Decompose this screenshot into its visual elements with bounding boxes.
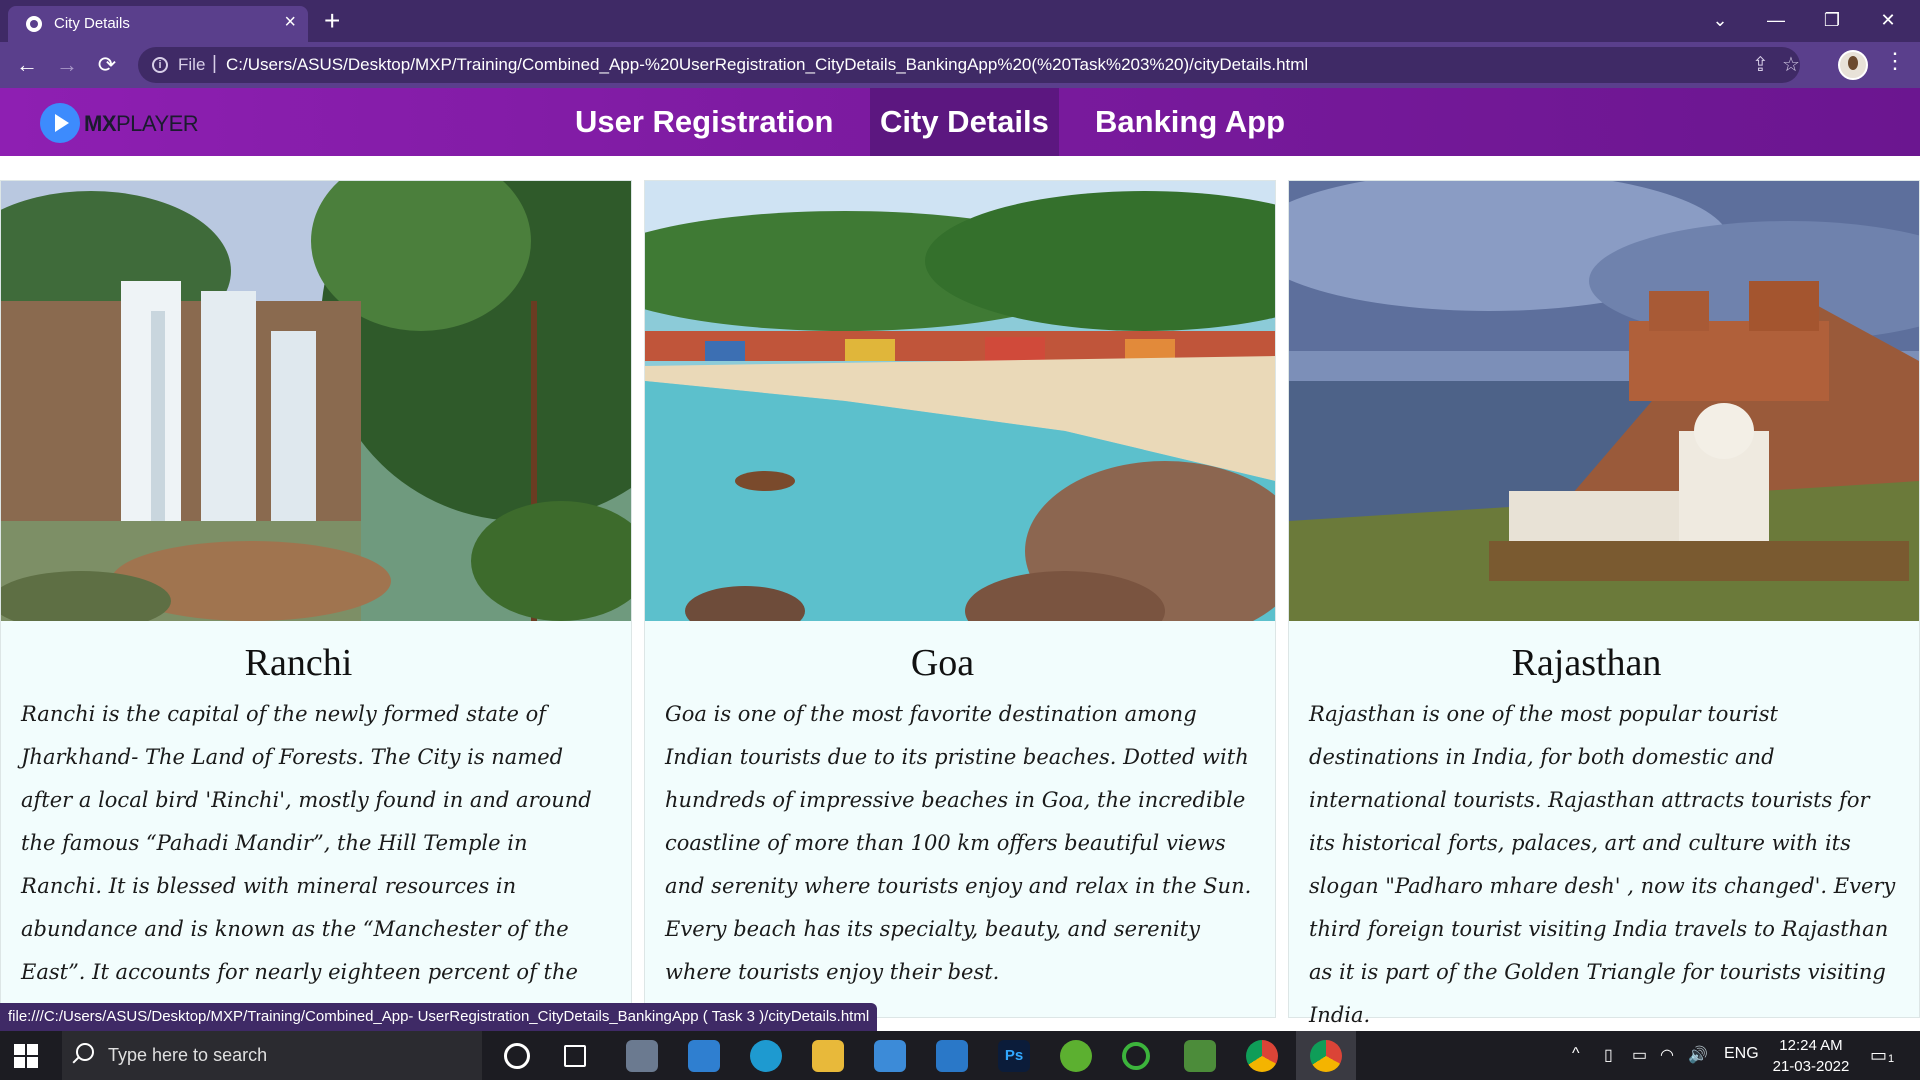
tab-search-icon[interactable]: ⌄ [1700,4,1740,36]
city-card-goa: Goa Goa is one of the most favorite dest… [644,180,1276,1018]
browser-menu-icon[interactable]: ⋮ [1884,48,1906,74]
new-tab-button[interactable]: + [324,6,340,36]
device-icon[interactable]: ▯ [1604,1045,1613,1065]
minimize-button[interactable]: — [1756,4,1796,36]
play-icon [40,103,80,143]
profile-avatar[interactable] [1838,50,1868,80]
beach-image [645,181,1275,621]
battery-icon[interactable]: ▭ [1632,1045,1647,1065]
taskbar-search-box[interactable]: Type here to search [62,1031,482,1080]
clock-date: 21-03-2022 [1772,1058,1850,1075]
fort-illustration [1289,181,1919,621]
nav-banking-app[interactable]: Banking App [1085,88,1295,156]
logo-text-bold: MX [84,111,117,136]
chrome-active-icon[interactable] [1310,1040,1342,1072]
close-window-button[interactable]: ✕ [1868,4,1908,36]
city-name: Goa [910,642,975,684]
store-icon[interactable] [874,1040,906,1072]
city-description: Goa is one of the most favorite destinat… [665,702,1252,984]
url-scheme: File [178,55,206,74]
chrome-icon[interactable] [1246,1040,1278,1072]
nav-city-details[interactable]: City Details [870,88,1059,156]
browser-tab-strip: City Details × + ⌄ — ❐ ✕ [0,0,1920,42]
url-separator: | [212,53,217,74]
waterfall-image [1,181,631,621]
camera-icon[interactable] [626,1040,658,1072]
app-ring-icon[interactable] [1122,1042,1150,1070]
share-icon[interactable]: ⇪ [1752,52,1769,77]
cortana-icon[interactable] [504,1043,530,1069]
city-description: Rajasthan is one of the most popular tou… [1309,702,1896,1027]
nav-user-registration[interactable]: User Registration [565,88,843,156]
city-description: Ranchi is the capital of the newly forme… [21,702,592,1027]
beach-illustration [645,181,1275,621]
clock-time: 12:24 AM [1779,1037,1843,1054]
reload-button[interactable]: ⟳ [92,50,122,80]
tab-title: City Details [54,15,130,32]
wifi-icon[interactable]: ◠ [1660,1045,1674,1065]
edge-icon[interactable] [750,1040,782,1072]
bookmark-star-icon[interactable]: ☆ [1782,52,1800,77]
waterfall-illustration [1,181,631,621]
city-name: Ranchi [244,642,353,684]
windows-start-icon[interactable] [14,1044,38,1068]
forward-button[interactable]: → [52,50,82,80]
windows-taskbar: Type here to search Ps ^ ▯ ▭ ◠ 🔊 ENG 12:… [0,1031,1920,1080]
file-explorer-icon[interactable] [812,1040,844,1072]
mail-icon[interactable] [936,1040,968,1072]
search-placeholder: Type here to search [108,1045,268,1065]
url-text[interactable]: C:/Users/ASUS/Desktop/MXP/Training/Combi… [226,55,1308,75]
language-indicator[interactable]: ENG [1724,1045,1759,1063]
media-player-icon[interactable] [688,1040,720,1072]
search-icon [76,1043,94,1061]
city-name: Rajasthan [1511,642,1662,684]
globe-icon [26,16,42,32]
logo-text-light: PLAYER [116,111,199,136]
clock[interactable]: 12:24 AM 21-03-2022 [1766,1035,1856,1077]
notification-count: 1 [1888,1053,1895,1065]
notification-icon[interactable]: ▭ [1870,1045,1887,1066]
address-bar[interactable]: i File | C:/Users/ASUS/Desktop/MXP/Train… [138,47,1800,83]
browser-tab[interactable]: City Details × [8,6,308,42]
logo-text: MXPLAYER [84,111,199,137]
tray-chevron-icon[interactable]: ^ [1572,1045,1580,1063]
info-icon[interactable]: i [152,57,168,73]
city-card-rajasthan: Rajasthan Rajasthan is one of the most p… [1288,180,1920,1027]
task-view-icon[interactable] [564,1045,586,1067]
restore-button[interactable]: ❐ [1812,4,1852,36]
site-navbar: MXPLAYER User Registration City Details … [0,88,1920,156]
app-image-icon[interactable] [1184,1040,1216,1072]
volume-icon[interactable]: 🔊 [1688,1045,1708,1065]
app-green-icon[interactable] [1060,1040,1092,1072]
city-card-ranchi: Ranchi Ranchi is the capital of the newl… [0,180,632,1027]
city-cards: Ranchi Ranchi is the capital of the newl… [0,180,1920,1027]
fort-image [1289,181,1919,621]
browser-toolbar: ← → ⟳ i File | C:/Users/ASUS/Desktop/MXP… [0,42,1920,88]
tab-close-icon[interactable]: × [284,12,296,32]
back-button[interactable]: ← [12,50,42,80]
status-bar-url: file:///C:/Users/ASUS/Desktop/MXP/Traini… [0,1003,878,1031]
photoshop-icon[interactable]: Ps [998,1040,1030,1072]
